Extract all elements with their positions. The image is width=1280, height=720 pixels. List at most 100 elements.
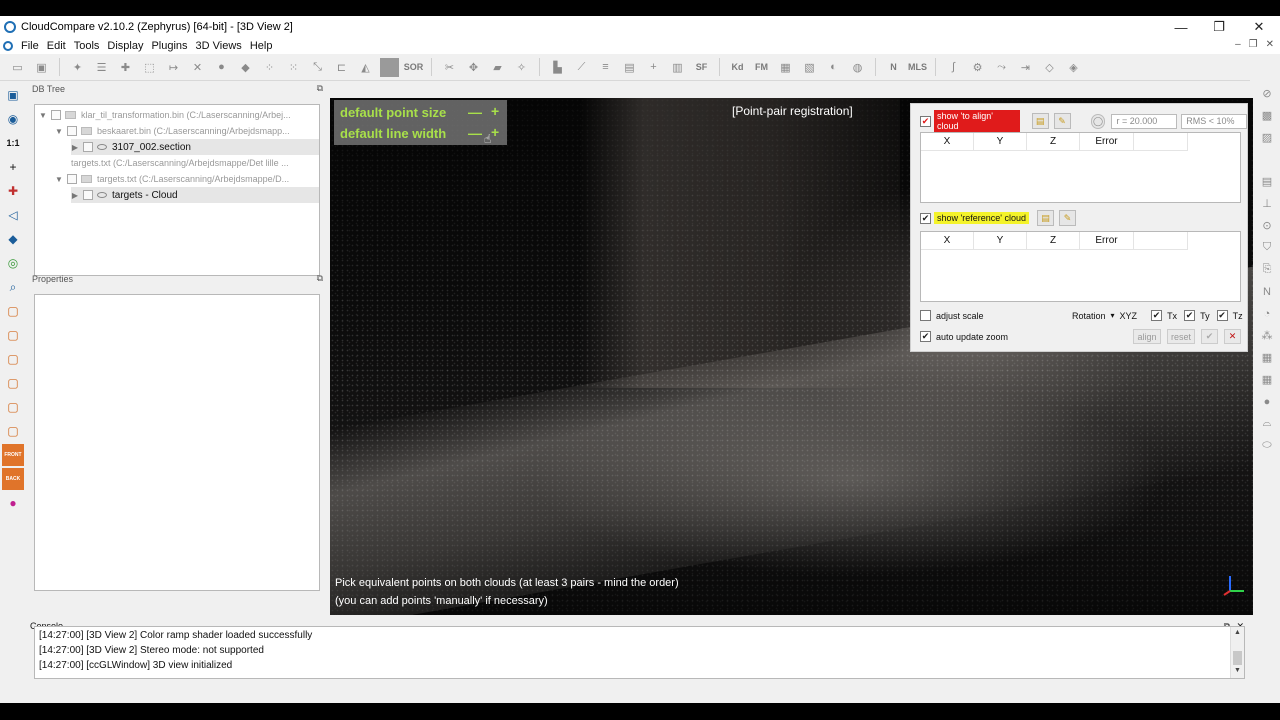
camera-icon[interactable]: ◉ xyxy=(2,108,24,130)
expand-arrow-icon[interactable]: ▶ xyxy=(71,143,79,152)
plugin-icon[interactable]: ⚙ xyxy=(968,58,987,77)
reset-button[interactable]: reset xyxy=(1167,329,1195,344)
console-log[interactable]: [14:27:00] [3D View 2] Color ramp shader… xyxy=(34,626,1245,679)
sor-filter-button[interactable]: SOR xyxy=(404,58,424,77)
mesh-icon[interactable]: ▦ xyxy=(776,58,795,77)
scale-icon[interactable]: ⟋ xyxy=(572,58,591,77)
filter-icon[interactable]: ▤ xyxy=(620,58,639,77)
scissors-icon[interactable]: ✂ xyxy=(440,58,459,77)
ransac-icon[interactable]: ⤳ xyxy=(992,58,1011,77)
point-pair-icon[interactable]: ✧ xyxy=(512,58,531,77)
checker-icon[interactable] xyxy=(380,57,399,77)
to-align-points-table[interactable]: X Y Z Error xyxy=(920,132,1241,203)
validate-icon[interactable]: ✔ xyxy=(1201,329,1218,344)
tree-row[interactable]: ▼ klar_til_transformation.bin (C:/Lasers… xyxy=(39,107,319,123)
tree-row[interactable]: ▼ targets.txt (C:/Laserscanning/Arbejdsm… xyxy=(55,171,319,187)
shield-icon[interactable]: ⛉ xyxy=(1256,237,1278,258)
save-icon[interactable]: ▣ xyxy=(32,58,51,77)
slider-icon[interactable]: ⊥ xyxy=(1256,193,1278,214)
normal-compute-button[interactable]: N xyxy=(884,58,903,77)
iso2-view-icon[interactable]: ▢ xyxy=(2,420,24,442)
scroll-up-icon[interactable]: ▲ xyxy=(1234,629,1241,636)
align-icon[interactable]: ⤡ xyxy=(308,58,327,77)
collapse-arrow-icon[interactable]: ▼ xyxy=(55,175,63,184)
scroll-down-icon[interactable]: ▼ xyxy=(1234,667,1241,674)
visibility-checkbox[interactable] xyxy=(83,190,93,200)
canupo-classify-icon[interactable]: ◈ xyxy=(1064,58,1083,77)
float-panel-icon[interactable]: ⧉ xyxy=(317,273,323,284)
blank-icon[interactable] xyxy=(1256,149,1278,170)
tool-icon[interactable]: ▩ xyxy=(1256,105,1278,126)
menu-display[interactable]: Display xyxy=(107,40,143,52)
gradient-icon[interactable]: ≡ xyxy=(596,58,615,77)
restore-button[interactable]: ❐ xyxy=(1200,16,1238,38)
stereo-icon[interactable]: ● xyxy=(2,492,24,514)
tree-row-selected[interactable]: ▶ targets - Cloud xyxy=(71,187,319,203)
translate-icon[interactable]: ✥ xyxy=(464,58,483,77)
visibility-checkbox[interactable] xyxy=(67,126,77,136)
measure-icon[interactable]: ▧ xyxy=(800,58,819,77)
pick-icon[interactable]: ● xyxy=(212,58,231,77)
compare-icon[interactable]: ⊏ xyxy=(332,58,351,77)
facet-button[interactable]: FM xyxy=(752,58,771,77)
ty-checkbox[interactable]: ✔ xyxy=(1184,310,1196,321)
mdi-close-button[interactable]: ✕ xyxy=(1266,39,1274,50)
mdi-minimize-button[interactable]: – xyxy=(1235,39,1241,50)
sample-icon[interactable]: ⁘ xyxy=(260,58,279,77)
globe-icon[interactable]: ◍ xyxy=(848,58,867,77)
menu-tools[interactable]: Tools xyxy=(74,40,100,52)
console-scrollbar[interactable]: ▲ ▼ xyxy=(1230,627,1244,678)
crop-icon[interactable]: ↦ xyxy=(164,58,183,77)
float-panel-icon[interactable]: ⧉ xyxy=(317,83,323,94)
cancel-icon[interactable]: ✕ xyxy=(1224,329,1241,344)
collapse-arrow-icon[interactable]: ▼ xyxy=(39,111,47,120)
delete-icon[interactable]: ✕ xyxy=(188,58,207,77)
rotation-dropdown-arrow-icon[interactable]: ▾ xyxy=(1111,311,1115,320)
add-sf-icon[interactable]: + xyxy=(644,58,663,77)
pivot-icon[interactable]: ✚ xyxy=(2,180,24,202)
mls-button[interactable]: MLS xyxy=(908,58,927,77)
collapse-arrow-icon[interactable]: ▼ xyxy=(55,127,63,136)
light-icon[interactable]: ◆ xyxy=(2,228,24,250)
crosshair-icon[interactable]: + xyxy=(2,156,24,178)
scroll-thumb[interactable] xyxy=(1233,651,1242,665)
list-icon[interactable]: ☰ xyxy=(92,58,111,77)
left-view-icon[interactable]: ▢ xyxy=(2,324,24,346)
export-icon[interactable]: ⇥ xyxy=(1016,58,1035,77)
compass-icon[interactable]: ⊙ xyxy=(1256,215,1278,236)
sphere-toggle-icon[interactable]: ◯ xyxy=(1090,113,1106,129)
menu-edit[interactable]: Edit xyxy=(47,40,66,52)
show-reference-checkbox[interactable]: ✔ xyxy=(920,212,931,224)
visibility-checkbox[interactable] xyxy=(51,110,61,120)
mdi-restore-button[interactable]: ❐ xyxy=(1249,39,1258,50)
noise-icon[interactable]: ⁙ xyxy=(284,58,303,77)
subsample-icon[interactable]: ⬚ xyxy=(140,58,159,77)
perspective-icon[interactable]: ◁ xyxy=(2,204,24,226)
export-view-icon[interactable]: ⎘ xyxy=(1256,259,1278,280)
rms-spinbox[interactable]: RMS < 10% xyxy=(1181,113,1247,129)
line-width-plus-button[interactable]: + xyxy=(491,124,499,140)
open-icon[interactable]: ▭ xyxy=(8,58,27,77)
top-view-icon[interactable]: ▢ xyxy=(2,300,24,322)
menu-file[interactable]: File xyxy=(21,40,39,52)
curve-icon[interactable]: ∫ xyxy=(944,58,963,77)
menu-plugins[interactable]: Plugins xyxy=(151,40,187,52)
minimize-button[interactable]: — xyxy=(1162,16,1200,38)
clone-icon[interactable]: ✦ xyxy=(68,58,87,77)
right-view-icon[interactable]: ▢ xyxy=(2,348,24,370)
normals-icon[interactable]: ◭ xyxy=(356,58,375,77)
auto-update-zoom-checkbox[interactable]: ✔ xyxy=(920,331,931,342)
tx-checkbox[interactable]: ✔ xyxy=(1151,310,1163,321)
film-icon[interactable]: ▤ xyxy=(1256,171,1278,192)
plane-icon[interactable]: ▰ xyxy=(488,58,507,77)
align-list-icon[interactable]: ▤ xyxy=(1031,113,1049,129)
visibility-checkbox[interactable] xyxy=(83,142,93,152)
menu-help[interactable]: Help xyxy=(250,40,273,52)
expand-arrow-icon[interactable]: ▶ xyxy=(71,191,79,200)
point-size-minus-button[interactable]: — xyxy=(468,104,482,120)
line-width-minus-button[interactable]: — xyxy=(468,125,482,141)
back-view-button[interactable]: BACK xyxy=(2,468,24,490)
rotate-icon[interactable]: ◎ xyxy=(2,252,24,274)
remove-sf-icon[interactable]: ▥ xyxy=(668,58,687,77)
view-icon[interactable]: ▣ xyxy=(2,84,24,106)
